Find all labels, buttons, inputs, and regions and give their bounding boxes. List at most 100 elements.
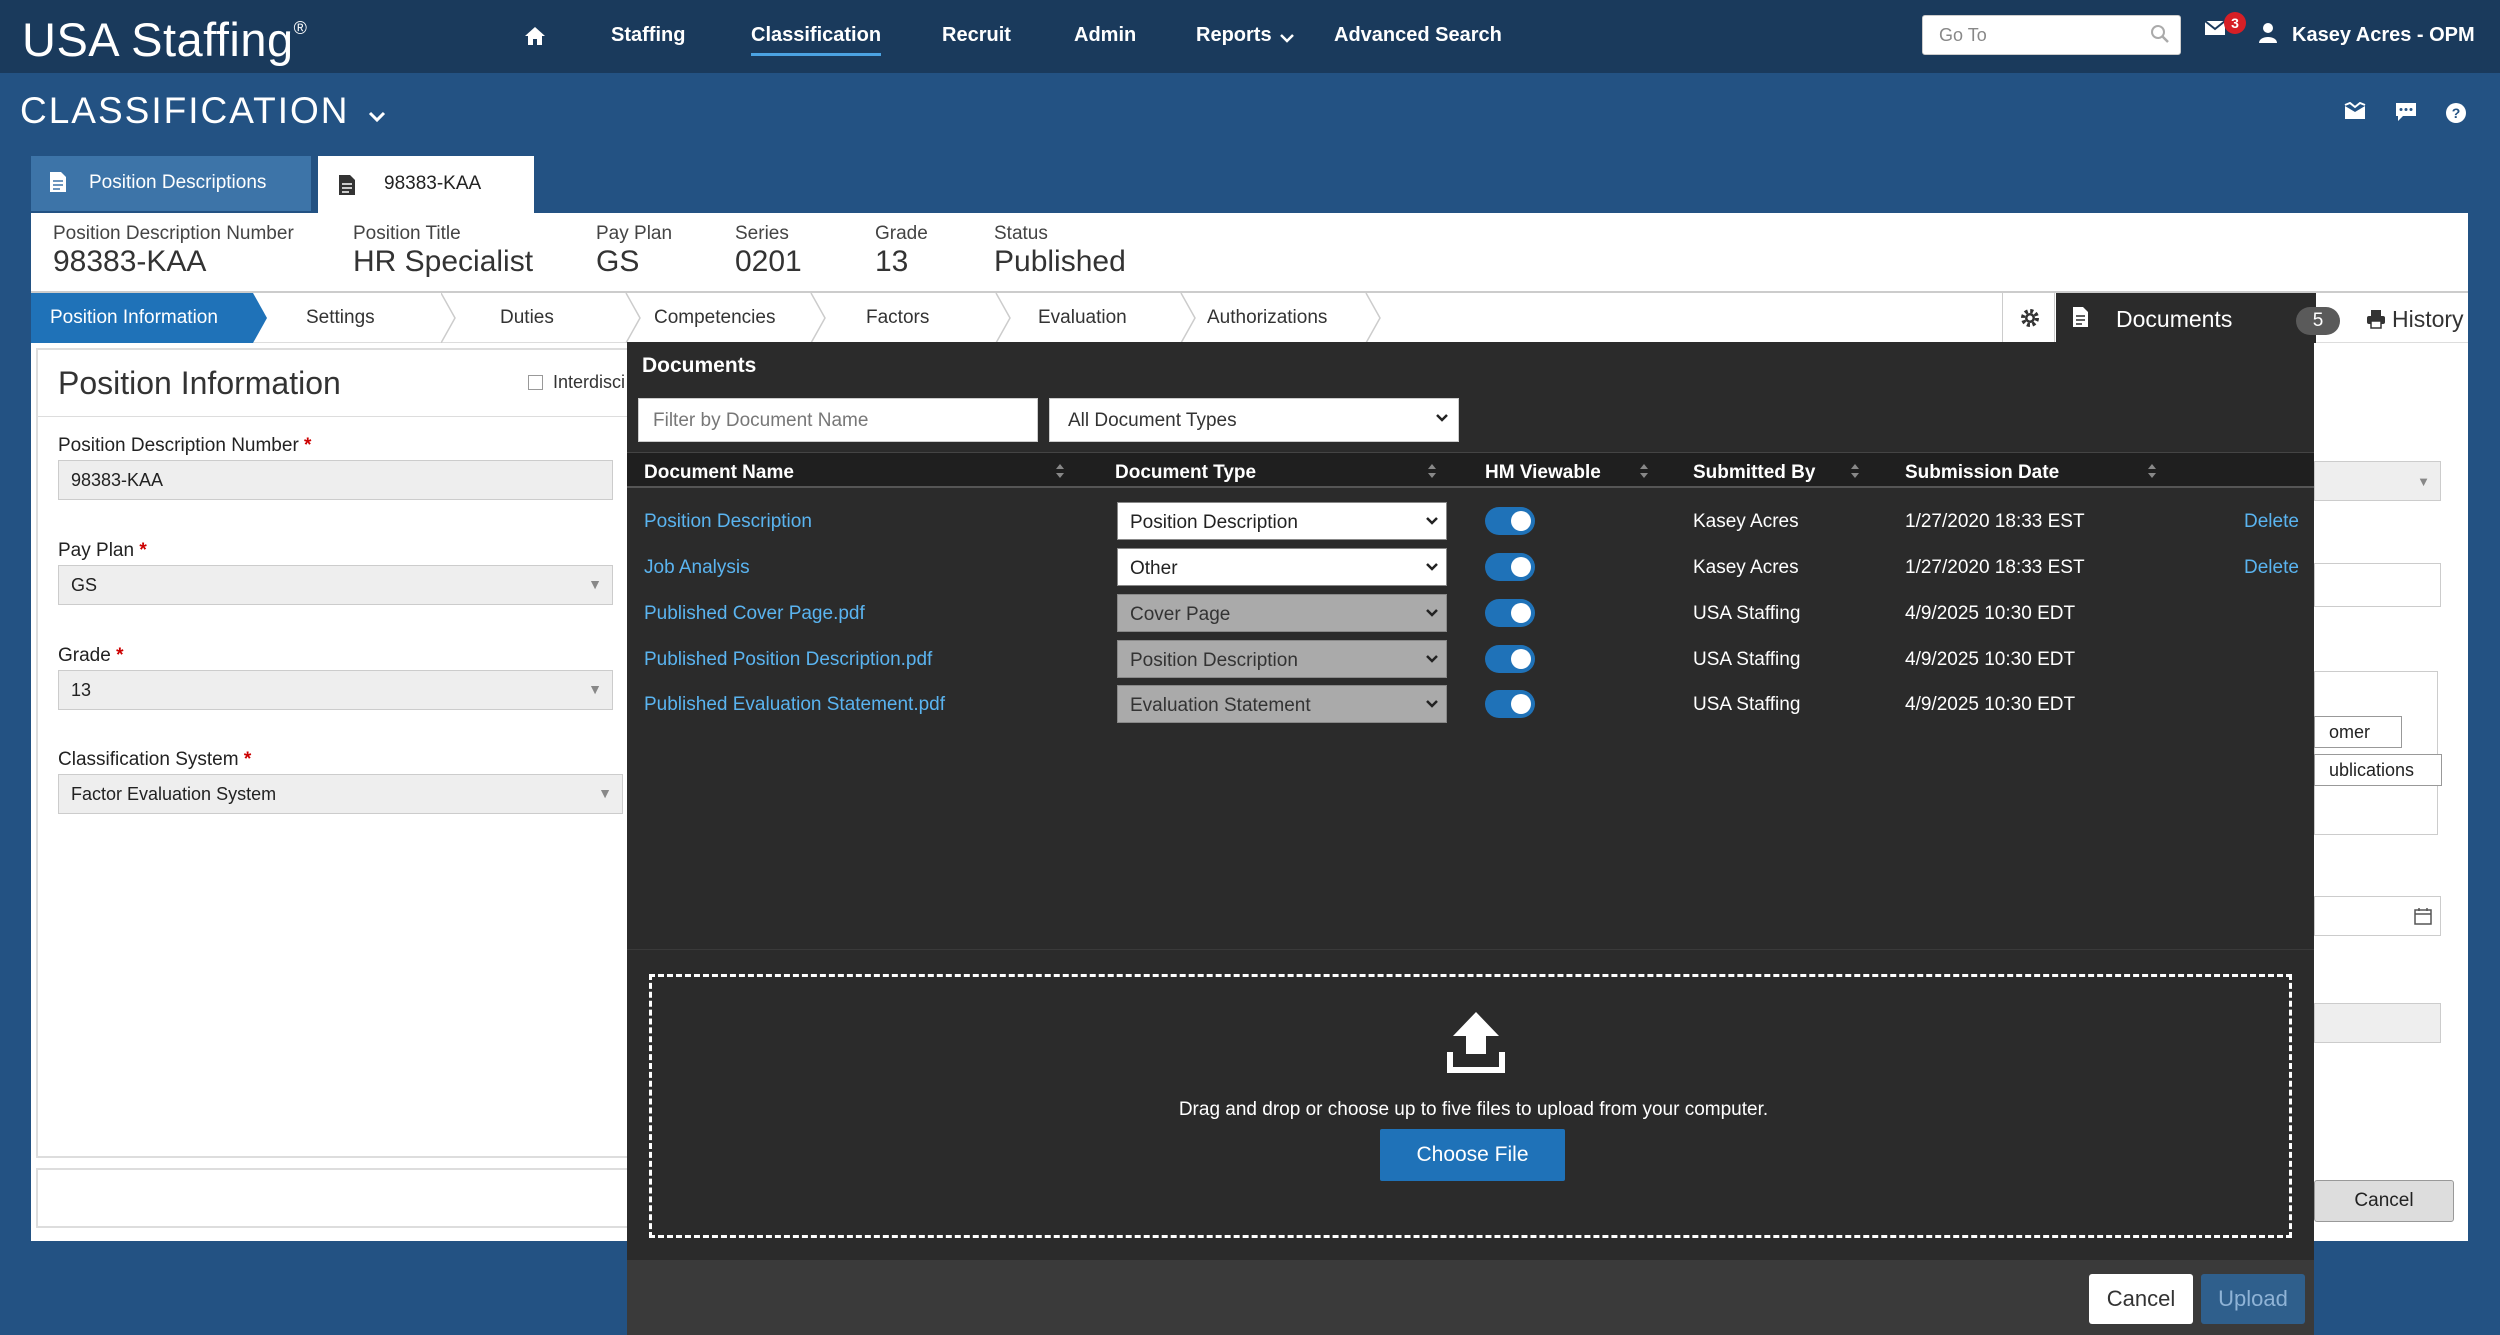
module-title[interactable]: CLASSIFICATION xyxy=(20,90,386,132)
summary-label: Status xyxy=(994,223,1048,244)
column-header-submission-date[interactable]: Submission Date xyxy=(1905,462,2059,484)
document-icon xyxy=(338,174,356,202)
calendar-icon[interactable] xyxy=(2414,907,2432,930)
step-position-information[interactable]: Position Information xyxy=(31,293,253,343)
settings-button[interactable] xyxy=(2002,293,2055,343)
pd-number-input[interactable]: 98383-KAA xyxy=(58,460,613,500)
tab-position-descriptions[interactable]: Position Descriptions xyxy=(31,156,311,211)
history-button[interactable]: History xyxy=(2341,293,2468,343)
hm-viewable-toggle[interactable] xyxy=(1485,690,1535,718)
submitted-by: USA Staffing xyxy=(1693,603,1801,624)
divider xyxy=(627,949,2314,950)
nav-recruit[interactable]: Recruit xyxy=(942,24,1011,47)
usa-staffing-logo[interactable]: USA Staffing® xyxy=(22,12,307,67)
field-label: Classification System * xyxy=(58,749,252,770)
hm-viewable-toggle[interactable] xyxy=(1485,507,1535,535)
submission-date: 4/9/2025 10:30 EDT xyxy=(1905,694,2076,715)
sort-icon[interactable] xyxy=(1639,463,1649,484)
search-icon[interactable] xyxy=(2150,24,2170,49)
cancel-button[interactable]: Cancel xyxy=(2089,1274,2193,1324)
column-header-type[interactable]: Document Type xyxy=(1115,462,1256,484)
delete-link[interactable]: Delete xyxy=(2244,511,2299,533)
mail-count-badge: 3 xyxy=(2224,12,2246,34)
sort-icon[interactable] xyxy=(1055,463,1065,484)
chevron-down-icon xyxy=(1424,511,1440,537)
document-type-select[interactable]: Other xyxy=(1117,548,1447,586)
summary-value: 98383-KAA xyxy=(53,245,207,278)
document-type-select[interactable]: Position Description xyxy=(1117,502,1447,540)
submission-date: 4/9/2025 10:30 EDT xyxy=(1905,603,2076,624)
user-menu[interactable]: Kasey Acres - OPM xyxy=(2292,24,2475,47)
file-dropzone[interactable]: Drag and drop or choose up to five files… xyxy=(649,974,2292,1238)
hm-viewable-toggle[interactable] xyxy=(1485,645,1535,673)
divider xyxy=(38,416,638,417)
submission-date: 1/27/2020 18:33 EST xyxy=(1905,511,2085,532)
summary-header: Position Description Number 98383-KAA Po… xyxy=(31,213,2468,293)
documents-button[interactable]: Documents xyxy=(2056,293,2316,343)
summary-value: 13 xyxy=(875,245,909,278)
modal-title: Documents xyxy=(642,354,757,377)
step-arrow xyxy=(253,293,267,343)
nav-advanced-search[interactable]: Advanced Search xyxy=(1334,24,1502,47)
summary-label: Position Title xyxy=(353,223,461,244)
choose-file-button[interactable]: Choose File xyxy=(1380,1129,1565,1181)
submitted-by: USA Staffing xyxy=(1693,694,1801,715)
user-icon[interactable] xyxy=(2258,22,2278,49)
background-select[interactable]: ▼ xyxy=(2314,461,2441,501)
column-header-name[interactable]: Document Name xyxy=(644,462,794,484)
background-cancel-button[interactable]: Cancel xyxy=(2314,1180,2454,1222)
sort-icon[interactable] xyxy=(1850,463,1860,484)
chevron-down-icon xyxy=(1434,408,1450,434)
chevron-down-icon[interactable] xyxy=(1280,30,1294,48)
hm-viewable-toggle[interactable] xyxy=(1485,553,1535,581)
chevron-down-icon[interactable] xyxy=(368,111,386,123)
nav-classification[interactable]: Classification xyxy=(751,24,882,56)
background-button[interactable]: ublications xyxy=(2314,754,2442,786)
background-readonly-input xyxy=(2314,1003,2441,1043)
inbox-icon[interactable] xyxy=(2344,101,2366,125)
tab-position-record[interactable]: 98383-KAA xyxy=(318,156,534,214)
help-icon[interactable]: ? xyxy=(2445,102,2467,129)
document-type-filter-select[interactable]: All Document Types xyxy=(1049,398,1459,442)
delete-link[interactable]: Delete xyxy=(2244,557,2299,579)
document-type-select: Position Description xyxy=(1117,640,1447,678)
step-settings[interactable]: Settings xyxy=(306,293,375,343)
document-link[interactable]: Published Evaluation Statement.pdf xyxy=(644,694,945,716)
upload-button[interactable]: Upload xyxy=(2201,1274,2305,1324)
mail-icon[interactable] xyxy=(2204,20,2226,41)
document-link[interactable]: Published Cover Page.pdf xyxy=(644,603,865,625)
summary-value: 0201 xyxy=(735,245,802,278)
filter-document-name-input[interactable]: Filter by Document Name xyxy=(638,398,1038,442)
chat-icon[interactable] xyxy=(2395,102,2417,127)
summary-value: HR Specialist xyxy=(353,245,534,278)
column-header-hm-viewable[interactable]: HM Viewable xyxy=(1485,462,1601,484)
document-link[interactable]: Job Analysis xyxy=(644,557,750,579)
interdisciplinary-checkbox[interactable]: Interdisci xyxy=(528,372,625,393)
column-header-submitted-by[interactable]: Submitted By xyxy=(1693,462,1815,484)
home-icon[interactable] xyxy=(524,26,546,51)
nav-reports[interactable]: Reports xyxy=(1196,24,1272,47)
sort-icon[interactable] xyxy=(1427,463,1437,484)
document-link[interactable]: Published Position Description.pdf xyxy=(644,649,932,671)
background-date-input[interactable] xyxy=(2314,896,2441,936)
document-type-select: Evaluation Statement xyxy=(1117,685,1447,723)
submission-date: 1/27/2020 18:33 EST xyxy=(1905,557,2085,578)
nav-admin[interactable]: Admin xyxy=(1074,24,1136,47)
grade-select[interactable]: 13 ▼ xyxy=(58,670,613,710)
dropzone-instructions: Drag and drop or choose up to five files… xyxy=(1178,1099,1769,1120)
background-button[interactable]: omer xyxy=(2314,716,2402,748)
background-input[interactable] xyxy=(2314,563,2441,607)
sort-icon[interactable] xyxy=(2147,463,2157,484)
document-link[interactable]: Position Description xyxy=(644,511,812,533)
document-icon xyxy=(2072,306,2089,334)
goto-input[interactable]: Go To xyxy=(1922,15,2181,55)
classification-system-select[interactable]: Factor Evaluation System ▼ xyxy=(58,774,623,814)
nav-staffing[interactable]: Staffing xyxy=(611,24,685,47)
hm-viewable-toggle[interactable] xyxy=(1485,599,1535,627)
pay-plan-select[interactable]: GS ▼ xyxy=(58,565,613,605)
summary-label: Position Description Number xyxy=(53,223,294,244)
position-information-card: Position Information Interdisci Position… xyxy=(36,348,638,1158)
background-box xyxy=(2314,671,2438,835)
upload-icon xyxy=(1447,1010,1505,1079)
submission-date: 4/9/2025 10:30 EDT xyxy=(1905,649,2076,670)
